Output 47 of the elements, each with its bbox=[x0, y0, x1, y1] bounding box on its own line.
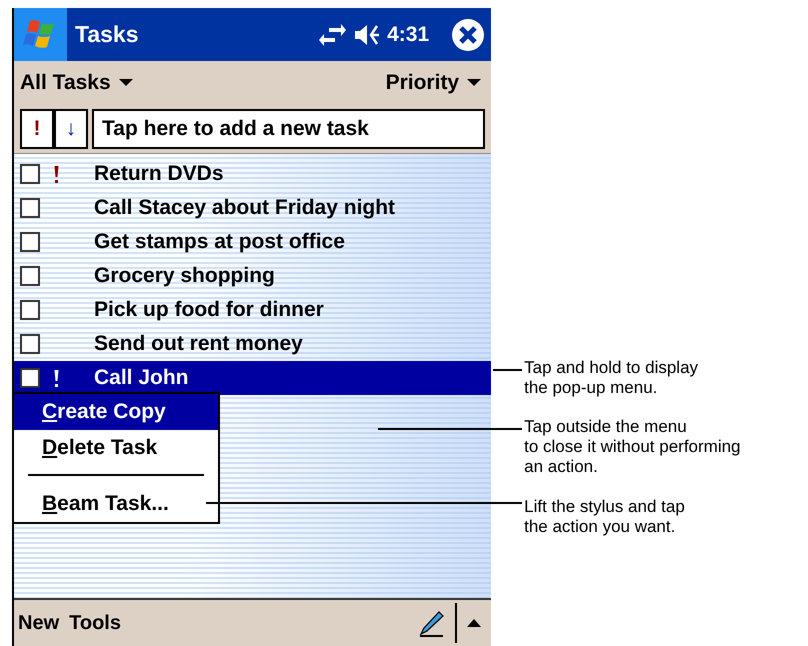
caret-icon bbox=[118, 79, 133, 87]
task-row[interactable]: Get stamps at post office bbox=[14, 225, 492, 259]
clock-time[interactable]: 4:31 bbox=[387, 22, 430, 46]
new-task-field[interactable]: Tap here to add a new task bbox=[92, 109, 486, 149]
task-label: Grocery shopping bbox=[94, 264, 275, 288]
window-title: Tasks bbox=[75, 21, 140, 48]
popup-menu-item[interactable]: Delete Task bbox=[14, 430, 218, 466]
task-label: Get stamps at post office bbox=[94, 230, 345, 254]
caret-icon bbox=[467, 79, 482, 87]
input-panel-arrow-icon[interactable] bbox=[467, 618, 482, 628]
checkbox[interactable] bbox=[20, 300, 40, 320]
sort-order-button[interactable]: ↓ bbox=[54, 109, 88, 149]
leader-line bbox=[493, 369, 522, 371]
filter-dropdown[interactable]: All Tasks bbox=[20, 71, 133, 95]
task-row[interactable]: Grocery shopping bbox=[14, 259, 492, 293]
task-label: Call Stacey about Friday night bbox=[94, 196, 396, 220]
callout-text: the action you want. bbox=[524, 517, 676, 537]
task-row[interactable]: Call Stacey about Friday night bbox=[14, 191, 492, 225]
callout-text: an action. bbox=[524, 457, 599, 477]
checkbox[interactable] bbox=[20, 164, 40, 184]
close-icon[interactable] bbox=[451, 18, 486, 52]
task-row[interactable]: Pick up food for dinner bbox=[14, 293, 492, 327]
task-row[interactable]: Call John bbox=[14, 361, 492, 395]
task-label: Call John bbox=[94, 366, 189, 390]
start-button[interactable] bbox=[14, 8, 67, 61]
checkbox[interactable] bbox=[20, 334, 40, 354]
menu-item[interactable]: New bbox=[18, 612, 60, 634]
menu-item[interactable]: Tools bbox=[69, 612, 121, 634]
sort-dropdown[interactable]: Priority bbox=[386, 71, 482, 95]
checkbox[interactable] bbox=[20, 198, 40, 218]
task-label: Return DVDs bbox=[94, 162, 224, 186]
callout-text: Tap and hold to display bbox=[524, 358, 698, 378]
checkbox[interactable] bbox=[20, 232, 40, 252]
task-row[interactable]: Return DVDs bbox=[14, 157, 492, 191]
checkbox[interactable] bbox=[20, 368, 40, 388]
popup-menu-item[interactable]: Beam Task... bbox=[14, 486, 218, 522]
checkbox[interactable] bbox=[20, 266, 40, 286]
task-label: Send out rent money bbox=[94, 332, 303, 356]
popup-menu-item[interactable]: Create Copy bbox=[14, 394, 218, 430]
callout-text: to close it without performing bbox=[524, 437, 741, 457]
callout-text: Lift the stylus and tap bbox=[524, 497, 685, 517]
connectivity-icon[interactable] bbox=[317, 22, 348, 48]
task-label: Pick up food for dinner bbox=[94, 298, 324, 322]
priority-button[interactable]: ! bbox=[20, 109, 54, 149]
callout-text: Tap outside the menu bbox=[524, 417, 688, 437]
task-row[interactable]: Send out rent money bbox=[14, 327, 492, 361]
callout-text: the pop-up menu. bbox=[524, 378, 658, 398]
